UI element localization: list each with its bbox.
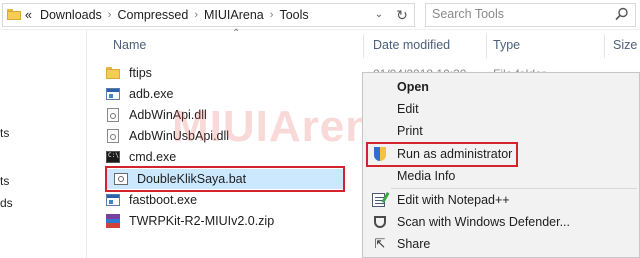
menu-item-print[interactable]: Print: [363, 120, 639, 142]
column-divider[interactable]: [604, 34, 605, 58]
menu-item-label: Print: [397, 124, 423, 138]
search-input[interactable]: [432, 6, 607, 22]
menu-item-scan-with-windows-defender[interactable]: Scan with Windows Defender...: [363, 211, 639, 233]
breadcrumb-tools[interactable]: Tools: [279, 8, 308, 22]
menu-item-label: Open: [397, 80, 429, 94]
list-item[interactable]: fastboot.exe: [105, 190, 345, 210]
breadcrumb-separator[interactable]: ›: [194, 9, 198, 21]
list-item[interactable]: adb.exe: [105, 84, 345, 104]
menu-item-label: Scan with Windows Defender...: [397, 215, 570, 229]
column-divider[interactable]: [363, 34, 364, 58]
nav-item-label[interactable]: ts: [0, 126, 9, 140]
exe-icon: [105, 86, 121, 102]
nav-pane-divider: [86, 30, 87, 258]
share-icon: ⇱: [374, 236, 386, 251]
breadcrumb-miuiarena[interactable]: MIUIArena: [204, 8, 264, 22]
menu-item-label: Edit: [397, 102, 419, 116]
dll-icon: [105, 107, 121, 123]
folder-icon: [105, 65, 121, 81]
menu-item-open[interactable]: Open: [363, 76, 639, 98]
notepad-plus-plus-icon: [372, 193, 385, 207]
breadcrumb-separator[interactable]: ›: [108, 9, 112, 21]
file-name: adb.exe: [129, 87, 174, 101]
navigation-pane: ts ts ds: [0, 30, 92, 258]
exe-icon: [105, 192, 121, 208]
address-bar-row: « Downloads › Compressed › MIUIArena › T…: [0, 0, 640, 30]
chevron-down-icon[interactable]: ⌄: [372, 7, 386, 23]
folder-icon: [7, 9, 21, 20]
menu-item-label: Share: [397, 237, 431, 251]
highlight-box-selected-file: [105, 166, 345, 192]
column-name[interactable]: Name: [113, 30, 146, 60]
highlight-box-run-as-administrator: [366, 142, 518, 167]
sort-ascending-icon: ⌃: [232, 28, 241, 39]
breadcrumb-overflow[interactable]: «: [25, 8, 32, 22]
dll-icon: [105, 128, 121, 144]
file-name: fastboot.exe: [129, 193, 198, 207]
menu-item-edit[interactable]: Edit: [363, 98, 639, 120]
column-size[interactable]: Size: [613, 30, 637, 60]
breadcrumb-separator[interactable]: ›: [270, 9, 274, 21]
file-name: TWRPKit-R2-MIUIv2.0.zip: [129, 214, 275, 228]
menu-item-share[interactable]: ⇱ Share: [363, 233, 639, 255]
menu-item-media-info[interactable]: Media Info: [363, 165, 639, 187]
refresh-icon[interactable]: ↻: [393, 6, 411, 24]
breadcrumb-compressed[interactable]: Compressed: [117, 8, 188, 22]
nav-item-label[interactable]: ts: [0, 174, 9, 188]
search-box[interactable]: [425, 3, 636, 27]
column-date-modified[interactable]: Date modified: [373, 30, 450, 60]
zip-icon: [105, 213, 121, 229]
breadcrumb: « Downloads › Compressed › MIUIArena › T…: [25, 8, 309, 22]
file-name: ftips: [129, 66, 152, 80]
file-name: cmd.exe: [129, 150, 177, 164]
cmd-icon: [105, 149, 121, 165]
column-divider[interactable]: [486, 34, 487, 58]
menu-item-label: Media Info: [397, 169, 456, 183]
breadcrumb-downloads[interactable]: Downloads: [40, 8, 102, 22]
menu-item-label: Edit with Notepad++: [397, 193, 510, 207]
windows-defender-icon: [372, 215, 388, 229]
menu-item-edit-with-notepad-plus-plus[interactable]: Edit with Notepad++: [363, 189, 639, 211]
search-icon[interactable]: [615, 7, 629, 21]
list-item[interactable]: TWRPKit-R2-MIUIv2.0.zip: [105, 211, 345, 231]
column-type[interactable]: Type: [493, 30, 520, 60]
address-bar[interactable]: « Downloads › Compressed › MIUIArena › T…: [2, 3, 415, 27]
nav-item-label[interactable]: ds: [0, 196, 13, 210]
column-header-row: ⌃ Name Date modified Type Size: [92, 28, 640, 60]
list-item[interactable]: ftips: [105, 63, 345, 83]
